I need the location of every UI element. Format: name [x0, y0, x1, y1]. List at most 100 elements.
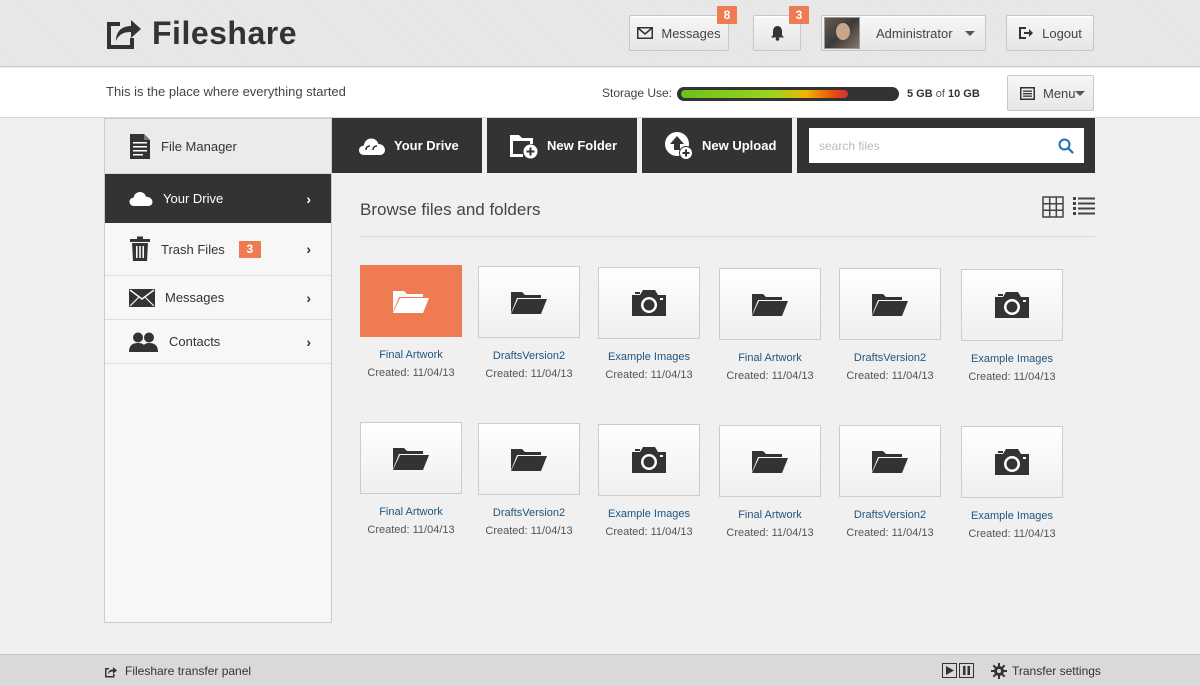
file-thumbnail[interactable] — [598, 267, 700, 339]
camera-icon — [632, 447, 666, 473]
file-thumbnail[interactable] — [839, 268, 941, 340]
file-thumbnail[interactable] — [839, 425, 941, 497]
file-name[interactable]: DraftsVersion2 — [478, 507, 580, 519]
camera-icon — [632, 290, 666, 316]
view-toggle — [1042, 196, 1095, 218]
file-item[interactable]: Example Images Created: 11/04/13 — [961, 269, 1063, 383]
list-view-icon[interactable] — [1073, 196, 1095, 216]
search-box — [809, 128, 1084, 163]
file-name[interactable]: Example Images — [961, 353, 1063, 365]
file-item[interactable]: Example Images Created: 11/04/13 — [598, 267, 700, 381]
app-title: Fileshare — [152, 14, 298, 51]
notifications-button[interactable]: 3 — [753, 6, 809, 51]
sidebar-item-label: Your Drive — [163, 191, 224, 206]
file-thumbnail[interactable] — [961, 426, 1063, 498]
your-drive-button[interactable]: Your Drive — [332, 118, 482, 173]
file-date: Created: 11/04/13 — [485, 525, 573, 537]
file-name[interactable]: DraftsVersion2 — [478, 350, 580, 362]
sidebar-item-contacts[interactable]: Contacts › — [105, 320, 331, 364]
folder-icon — [872, 451, 908, 473]
file-item[interactable]: DraftsVersion2 Created: 11/04/13 — [839, 268, 941, 382]
divider — [360, 236, 1095, 237]
file-item[interactable]: Final Artwork Created: 11/04/13 — [719, 425, 821, 539]
sidebar: File Manager Your Drive › Trash Files 3 … — [104, 118, 332, 623]
file-item[interactable]: DraftsVersion2 Created: 11/04/13 — [478, 266, 580, 380]
file-thumbnail[interactable] — [478, 423, 580, 495]
transfer-panel-label: Fileshare transfer panel — [125, 664, 252, 678]
file-manager-header: File Manager — [105, 119, 331, 174]
file-name[interactable]: Final Artwork — [719, 509, 821, 521]
sidebar-item-label: Trash Files — [161, 241, 225, 257]
folder-icon — [511, 292, 547, 314]
storage-used: 5 GB — [907, 88, 933, 100]
sidebar-item-trash-files[interactable]: Trash Files 3 › — [105, 223, 331, 276]
file-name[interactable]: Final Artwork — [719, 352, 821, 364]
pause-icon[interactable] — [959, 663, 974, 678]
tagline: This is the place where everything start… — [106, 84, 346, 99]
new-folder-label: New Folder — [547, 138, 618, 153]
file-thumbnail[interactable] — [961, 269, 1063, 341]
envelope-icon — [129, 288, 155, 307]
new-upload-label: New Upload — [702, 138, 777, 153]
file-thumbnail[interactable] — [598, 424, 700, 496]
sidebar-item-your-drive[interactable]: Your Drive › — [105, 174, 331, 223]
file-thumbnail[interactable] — [719, 268, 821, 340]
file-item[interactable]: DraftsVersion2 Created: 11/04/13 — [839, 425, 941, 539]
file-thumbnail[interactable] — [478, 266, 580, 338]
file-item[interactable]: DraftsVersion2 Created: 11/04/13 — [478, 423, 580, 537]
file-item[interactable]: Final Artwork Created: 11/04/13 — [360, 265, 462, 379]
file-name[interactable]: DraftsVersion2 — [839, 352, 941, 364]
logout-icon — [1019, 27, 1034, 39]
file-date: Created: 11/04/13 — [605, 526, 693, 538]
file-item[interactable]: Final Artwork Created: 11/04/13 — [360, 422, 462, 536]
play-icon[interactable] — [942, 663, 957, 678]
file-item[interactable]: Example Images Created: 11/04/13 — [961, 426, 1063, 540]
file-name[interactable]: Final Artwork — [360, 349, 462, 361]
folder-icon — [393, 291, 429, 313]
camera-icon — [995, 292, 1029, 318]
file-date: Created: 11/04/13 — [367, 367, 455, 379]
file-name[interactable]: Example Images — [961, 510, 1063, 522]
file-name[interactable]: Example Images — [598, 351, 700, 363]
new-folder-button[interactable]: New Folder — [487, 118, 637, 173]
file-thumbnail[interactable] — [719, 425, 821, 497]
contacts-icon — [129, 332, 158, 352]
search-input[interactable] — [819, 138, 1058, 153]
file-date: Created: 11/04/13 — [726, 370, 814, 382]
user-menu-button[interactable]: Administrator — [821, 15, 986, 51]
search-icon[interactable] — [1058, 138, 1074, 154]
transfer-settings-label: Transfer settings — [1012, 664, 1101, 678]
file-name[interactable]: Final Artwork — [360, 506, 462, 518]
document-icon — [130, 133, 150, 159]
file-name[interactable]: DraftsVersion2 — [839, 509, 941, 521]
notifications-count-badge: 3 — [789, 6, 809, 24]
upload-icon — [665, 131, 693, 160]
your-drive-label: Your Drive — [394, 138, 459, 153]
new-folder-icon — [510, 134, 538, 158]
file-date: Created: 11/04/13 — [367, 524, 455, 536]
menu-button[interactable]: Menu — [1007, 75, 1094, 111]
logo[interactable]: Fileshare — [104, 14, 297, 52]
chevron-right-icon: › — [306, 289, 311, 306]
transfer-bar: Fileshare transfer panel Transfer settin… — [0, 654, 1200, 686]
transfer-panel-link[interactable]: Fileshare transfer panel — [104, 664, 251, 678]
new-upload-button[interactable]: New Upload — [642, 118, 792, 173]
transfer-settings-link[interactable]: Transfer settings — [991, 663, 1101, 679]
sidebar-item-label: Messages — [165, 290, 225, 305]
file-item[interactable]: Final Artwork Created: 11/04/13 — [719, 268, 821, 382]
chevron-right-icon: › — [306, 241, 311, 257]
messages-button[interactable]: Messages 8 — [629, 6, 737, 51]
share-icon — [107, 20, 141, 49]
file-date: Created: 11/04/13 — [846, 370, 934, 382]
file-item[interactable]: Example Images Created: 11/04/13 — [598, 424, 700, 538]
file-date: Created: 11/04/13 — [968, 528, 1056, 540]
grid-view-icon[interactable] — [1042, 196, 1064, 218]
chevron-right-icon: › — [306, 333, 311, 350]
file-thumbnail[interactable] — [360, 422, 462, 494]
menu-label: Menu — [1043, 85, 1076, 101]
file-thumbnail[interactable] — [360, 265, 462, 337]
page-title: Browse files and folders — [360, 200, 541, 219]
logout-button[interactable]: Logout — [1006, 15, 1094, 51]
sidebar-item-messages[interactable]: Messages › — [105, 276, 331, 320]
file-name[interactable]: Example Images — [598, 508, 700, 520]
